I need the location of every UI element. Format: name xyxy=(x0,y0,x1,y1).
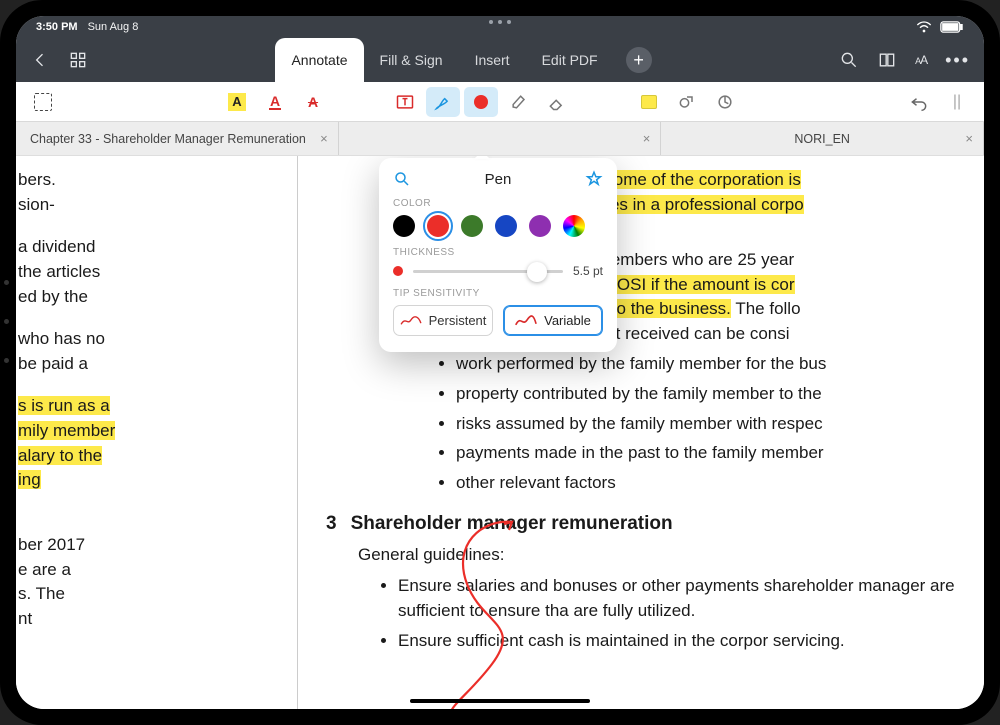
more-icon[interactable]: ••• xyxy=(945,50,970,71)
swatch-blue[interactable] xyxy=(495,215,517,237)
tab-insert[interactable]: Insert xyxy=(459,38,526,82)
app-navbar: Annotate Fill & Sign Insert Edit PDF + A… xyxy=(16,38,984,82)
stamp-tool[interactable] xyxy=(708,87,742,117)
eraser-tool[interactable] xyxy=(540,87,574,117)
tip-persistent-button[interactable]: Persistent xyxy=(393,305,493,336)
swatch-custom[interactable] xyxy=(563,215,585,237)
doctab-2[interactable]: × xyxy=(339,122,662,155)
thickness-value: 5.5 pt xyxy=(573,264,603,278)
status-bar: 3:50 PM Sun Aug 8 xyxy=(16,16,984,38)
pen-tool[interactable] xyxy=(426,87,460,117)
close-icon[interactable]: × xyxy=(643,131,651,146)
clock: 3:50 PM xyxy=(36,21,78,33)
tab-fill-sign[interactable]: Fill & Sign xyxy=(364,38,459,82)
doctab-3[interactable]: NORI_EN × xyxy=(661,122,984,155)
thickness-slider[interactable] xyxy=(413,270,563,273)
marker-tool[interactable] xyxy=(502,87,536,117)
slider-thumb[interactable] xyxy=(527,262,547,282)
home-indicator[interactable] xyxy=(410,699,590,703)
add-tab-button[interactable]: + xyxy=(626,47,652,73)
text-size-icon[interactable]: AA xyxy=(915,53,927,67)
nav-tabs: Annotate Fill & Sign Insert Edit PDF + xyxy=(88,38,839,82)
date: Sun Aug 8 xyxy=(88,21,139,33)
pen-popover: Pen COLOR THICKNESS xyxy=(379,158,617,352)
undo-button[interactable] xyxy=(902,87,936,117)
highlight-tool[interactable]: A xyxy=(220,87,254,117)
popover-title: Pen xyxy=(485,171,512,188)
close-icon[interactable]: × xyxy=(320,131,328,146)
document-tabs: Chapter 33 - Shareholder Manager Remuner… xyxy=(16,122,984,156)
book-icon[interactable] xyxy=(877,50,897,70)
tip-variable-button[interactable]: Variable xyxy=(503,305,603,336)
swatch-purple[interactable] xyxy=(529,215,551,237)
search-icon[interactable] xyxy=(839,50,859,70)
doctab-label: NORI_EN xyxy=(794,132,850,146)
section-heading: 3 Shareholder manager remuneration xyxy=(326,510,956,538)
status-indicators xyxy=(916,21,964,33)
wand-icon[interactable] xyxy=(393,170,411,188)
swatch-green[interactable] xyxy=(461,215,483,237)
multitask-dots[interactable] xyxy=(489,20,511,24)
thickness-preview-icon xyxy=(393,266,403,276)
thickness-label: THICKNESS xyxy=(393,247,603,258)
document-content[interactable]: bers. sion- a dividend the articles ed b… xyxy=(16,156,984,709)
swatch-red[interactable] xyxy=(427,215,449,237)
note-tool[interactable] xyxy=(632,87,666,117)
doctab-1[interactable]: Chapter 33 - Shareholder Manager Remuner… xyxy=(16,122,339,155)
select-tool[interactable] xyxy=(26,87,60,117)
underline-tool[interactable]: A xyxy=(258,87,292,117)
tab-annotate[interactable]: Annotate xyxy=(275,38,363,82)
favorite-icon[interactable] xyxy=(585,170,603,188)
swatch-black[interactable] xyxy=(393,215,415,237)
textbox-tool[interactable] xyxy=(388,87,422,117)
grid-icon[interactable] xyxy=(68,50,88,70)
annotate-toolbar: A A A xyxy=(16,82,984,122)
redo-divider[interactable]: || xyxy=(940,87,974,117)
tip-label: TIP SENSITIVITY xyxy=(393,288,603,299)
shape-tool[interactable] xyxy=(670,87,704,117)
doctab-label: Chapter 33 - Shareholder Manager Remuner… xyxy=(30,132,306,146)
strike-tool[interactable]: A xyxy=(296,87,330,117)
tab-edit-pdf[interactable]: Edit PDF xyxy=(526,38,614,82)
left-page: bers. sion- a dividend the articles ed b… xyxy=(16,156,298,709)
close-icon[interactable]: × xyxy=(965,131,973,146)
pen-color[interactable] xyxy=(464,87,498,117)
color-label: COLOR xyxy=(393,198,603,209)
color-swatches xyxy=(393,215,603,237)
back-icon[interactable] xyxy=(30,50,50,70)
